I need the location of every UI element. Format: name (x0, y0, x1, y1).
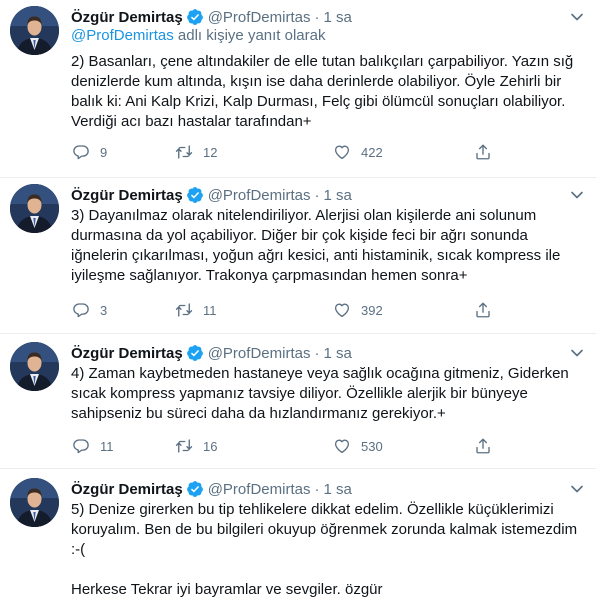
retweet-icon (175, 437, 193, 455)
chevron-down-icon[interactable] (568, 480, 586, 498)
author-handle[interactable]: @ProfDemirtas (208, 345, 311, 362)
chevron-down-icon[interactable] (568, 8, 586, 26)
author-name[interactable]: Özgür Demirtaş (71, 9, 183, 26)
tweet-actions: 3 11 392 (62, 298, 502, 322)
heart-icon (333, 301, 351, 319)
like-count: 392 (361, 302, 383, 318)
share-button[interactable] (474, 298, 492, 322)
like-count: 422 (361, 144, 383, 160)
reply-context-label: adlı kişiye yanıt olarak (173, 27, 326, 44)
author-handle[interactable]: @ProfDemirtas (208, 481, 311, 498)
retweet-button[interactable]: 11 (175, 298, 217, 322)
heart-icon (333, 143, 351, 161)
author-handle[interactable]: @ProfDemirtas (208, 9, 311, 26)
reply-button[interactable]: 11 (72, 434, 114, 458)
chevron-down-icon[interactable] (568, 344, 586, 362)
tweet-header: Özgür Demirtaş @ProfDemirtas · 1 sa (71, 6, 352, 28)
tweet[interactable]: Özgür Demirtaş @ProfDemirtas · 1 sa 5) D… (0, 469, 596, 613)
verified-badge-icon (186, 8, 204, 26)
reply-button[interactable]: 9 (72, 140, 107, 164)
verified-badge-icon (186, 480, 204, 498)
tweet-timestamp[interactable]: 1 sa (323, 9, 351, 26)
retweet-count: 11 (203, 302, 217, 318)
share-icon (474, 437, 492, 455)
retweet-count: 16 (203, 438, 218, 454)
retweet-count: 12 (203, 144, 218, 160)
chevron-down-icon[interactable] (568, 186, 586, 204)
tweet[interactable]: Özgür Demirtaş @ProfDemirtas · 1 sa 3) D… (0, 178, 596, 334)
tweet[interactable]: Özgür Demirtaş @ProfDemirtas · 1 sa @Pro… (0, 0, 596, 178)
reply-context: @ProfDemirtas adlı kişiye yanıt olarak (71, 27, 326, 44)
reply-icon (72, 437, 90, 455)
tweet-header: Özgür Demirtaş @ProfDemirtas · 1 sa (71, 478, 352, 500)
retweet-icon (175, 301, 193, 319)
like-button[interactable]: 530 (333, 434, 383, 458)
tweet-actions: 11 16 530 (62, 434, 502, 458)
tweet-text: 2) Basanları, çene altındakiler de elle … (71, 53, 574, 130)
like-button[interactable]: 392 (333, 298, 383, 322)
like-count: 530 (361, 438, 383, 454)
author-name[interactable]: Özgür Demirtaş (71, 345, 183, 362)
tweet-timestamp[interactable]: 1 sa (323, 187, 351, 204)
separator-dot: · (314, 8, 320, 26)
separator-dot: · (314, 186, 320, 204)
retweet-button[interactable]: 16 (175, 434, 217, 458)
verified-badge-icon (186, 344, 204, 362)
separator-dot: · (314, 344, 320, 362)
reply-count: 11 (100, 438, 114, 454)
share-icon (474, 143, 492, 161)
reply-icon (72, 143, 90, 161)
reply-mention-link[interactable]: @ProfDemirtas (71, 27, 174, 44)
author-name[interactable]: Özgür Demirtaş (71, 187, 183, 204)
author-name[interactable]: Özgür Demirtaş (71, 481, 183, 498)
tweet-header: Özgür Demirtaş @ProfDemirtas · 1 sa (71, 342, 352, 364)
tweet-timestamp[interactable]: 1 sa (323, 481, 351, 498)
reply-count: 9 (100, 144, 108, 160)
share-button[interactable] (474, 140, 492, 164)
verified-badge-icon (186, 186, 204, 204)
tweet-text: 4) Zaman kaybetmeden hastaneye veya sağl… (71, 365, 569, 422)
tweet-text: 3) Dayanılmaz olarak nitelendiriliyor. A… (71, 207, 561, 284)
reply-icon (72, 301, 90, 319)
reply-count: 3 (100, 302, 108, 318)
avatar[interactable] (10, 478, 59, 527)
tweet-timestamp[interactable]: 1 sa (323, 345, 351, 362)
separator-dot: · (314, 480, 320, 498)
tweet[interactable]: Özgür Demirtaş @ProfDemirtas · 1 sa 4) Z… (0, 334, 596, 469)
share-button[interactable] (474, 434, 492, 458)
heart-icon (333, 437, 351, 455)
retweet-icon (175, 143, 193, 161)
retweet-button[interactable]: 12 (175, 140, 217, 164)
avatar[interactable] (10, 184, 59, 233)
like-button[interactable]: 422 (333, 140, 383, 164)
tweet-header: Özgür Demirtaş @ProfDemirtas · 1 sa (71, 184, 352, 206)
avatar[interactable] (10, 6, 59, 55)
avatar[interactable] (10, 342, 59, 391)
tweet-text: 5) Denize girerken bu tip tehlikelere di… (71, 501, 578, 598)
tweet-actions: 9 12 422 (62, 140, 502, 164)
author-handle[interactable]: @ProfDemirtas (208, 187, 311, 204)
reply-button[interactable]: 3 (72, 298, 107, 322)
share-icon (474, 301, 492, 319)
